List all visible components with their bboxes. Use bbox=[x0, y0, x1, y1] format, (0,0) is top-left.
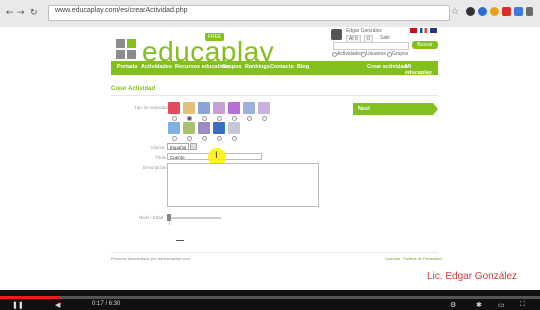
activity-type-icon[interactable] bbox=[243, 102, 255, 114]
nav-item-crear-actividad[interactable]: Crear actividad bbox=[367, 64, 407, 70]
activity-type-icon[interactable] bbox=[168, 122, 180, 134]
url-text: www.educaplay.com/es/crearActividad.php bbox=[55, 7, 188, 14]
video-controls: ❚❚ ◀ 0:17 / 6:30 ⚙ ✱ ▭ ⛶ bbox=[0, 290, 540, 310]
nav-item-rankings[interactable]: Rankings bbox=[245, 64, 270, 70]
theater-icon[interactable]: ▭ bbox=[498, 301, 505, 309]
activity-type-radio[interactable] bbox=[217, 116, 222, 121]
logo-icon bbox=[127, 39, 136, 48]
reload-icon[interactable]: ↻ bbox=[30, 8, 38, 18]
time-display: 0:17 / 6:30 bbox=[92, 301, 121, 307]
activity-type-radio[interactable] bbox=[262, 116, 267, 121]
user-name[interactable]: Edgar González bbox=[346, 28, 382, 34]
nav-item-blog[interactable]: Blog bbox=[297, 64, 309, 70]
activity-type-icon[interactable] bbox=[213, 102, 225, 114]
activity-type-icon[interactable] bbox=[228, 122, 240, 134]
activity-type-radio[interactable] bbox=[232, 116, 237, 121]
back-icon[interactable]: ← bbox=[6, 8, 14, 18]
fullscreen-icon[interactable]: ⛶ bbox=[520, 301, 525, 309]
activity-type-radio[interactable] bbox=[172, 116, 177, 121]
webpage: educaplay FREE adrformacionales Edgar Go… bbox=[0, 27, 540, 290]
divider bbox=[111, 95, 438, 96]
nav-item-grupos[interactable]: Grupos bbox=[222, 64, 242, 70]
section-title: Crear Actividad bbox=[111, 86, 156, 92]
extension-icon[interactable] bbox=[514, 7, 523, 16]
title-value: Cuento bbox=[170, 155, 185, 160]
description-textarea[interactable] bbox=[167, 163, 319, 207]
progress-fill bbox=[0, 296, 60, 299]
activity-type-radio[interactable] bbox=[217, 136, 222, 141]
nav-item-actividades[interactable]: Actividades bbox=[141, 64, 172, 70]
language-value: Español bbox=[170, 145, 187, 150]
activity-type-icon[interactable] bbox=[258, 102, 270, 114]
free-badge: FREE bbox=[205, 33, 225, 41]
next-button-label: Next bbox=[358, 106, 370, 112]
progress-track[interactable] bbox=[0, 296, 540, 299]
gear-icon[interactable]: ✱ bbox=[476, 301, 482, 309]
description-label: Descripción bbox=[143, 165, 167, 170]
search-button[interactable]: Buscar bbox=[412, 41, 438, 49]
nav-item-portada[interactable]: Portada bbox=[117, 64, 137, 70]
activity-type-icon[interactable] bbox=[168, 102, 180, 114]
extension-icon[interactable] bbox=[478, 7, 487, 16]
search-input[interactable] bbox=[333, 42, 409, 50]
footer-right[interactable]: Licencia · Política de Privacidad bbox=[385, 256, 442, 261]
slider-label: Nivel / Edad bbox=[139, 215, 164, 220]
volume-icon[interactable]: ◀ bbox=[55, 301, 60, 309]
activity-type-icon[interactable] bbox=[183, 122, 195, 134]
footer-divider bbox=[111, 252, 438, 253]
main-nav: Portada Actividades Recursos educativos … bbox=[111, 61, 438, 76]
text-cursor-icon: I bbox=[215, 151, 218, 161]
uk-flag-icon[interactable] bbox=[430, 28, 437, 33]
level-slider[interactable] bbox=[169, 217, 221, 219]
activity-type-icon[interactable] bbox=[213, 122, 225, 134]
france-flag-icon[interactable] bbox=[420, 28, 427, 33]
activity-type-icon[interactable] bbox=[183, 102, 195, 114]
forward-icon[interactable]: → bbox=[17, 8, 25, 18]
next-arrow-icon[interactable] bbox=[433, 103, 438, 115]
extension-icon[interactable] bbox=[502, 7, 511, 16]
search-option-label: Usuarios bbox=[366, 51, 386, 57]
footer-left[interactable]: Proyecto desarrollado por adrformacion.c… bbox=[111, 256, 190, 261]
activity-type-radio[interactable] bbox=[187, 116, 192, 121]
dropdown-icon[interactable] bbox=[190, 143, 197, 150]
title-label: Título bbox=[155, 155, 167, 160]
language-label: Idioma bbox=[151, 145, 165, 150]
logo-icon bbox=[116, 50, 125, 59]
nav-item-contacto[interactable]: Contacto bbox=[270, 64, 294, 70]
activity-type-icon[interactable] bbox=[198, 102, 210, 114]
avatar[interactable] bbox=[331, 29, 342, 40]
address-bar[interactable]: www.educaplay.com/es/crearActividad.php bbox=[48, 5, 450, 21]
activity-type-radio[interactable] bbox=[187, 136, 192, 141]
logout-link[interactable]: Salir bbox=[380, 35, 390, 41]
slider-ticks bbox=[169, 221, 222, 225]
search-option-label: Grupos bbox=[392, 51, 409, 57]
logo-icon bbox=[127, 50, 136, 59]
play-icon[interactable]: ❚❚ bbox=[12, 301, 24, 309]
spain-flag-icon[interactable] bbox=[410, 28, 417, 33]
settings-icon[interactable]: ⚙ bbox=[450, 301, 456, 309]
activity-type-radio[interactable] bbox=[202, 136, 207, 141]
activity-type-radio[interactable] bbox=[202, 116, 207, 121]
star-icon[interactable]: ☆ bbox=[451, 6, 459, 17]
language-select[interactable]: Español bbox=[167, 143, 189, 150]
activity-type-radio[interactable] bbox=[172, 136, 177, 141]
next-button[interactable]: Next bbox=[353, 103, 433, 115]
search-option-label: Actividades bbox=[337, 51, 363, 57]
extension-icon[interactable] bbox=[466, 7, 475, 16]
extension-icon[interactable] bbox=[490, 7, 499, 16]
nav-item-mi-educaplay[interactable]: Mi educaplay bbox=[405, 64, 438, 76]
separator bbox=[176, 240, 184, 241]
activity-type-radio[interactable] bbox=[232, 136, 237, 141]
activity-type-icon[interactable] bbox=[228, 102, 240, 114]
browser-chrome: ← → ↻ www.educaplay.com/es/crearActivida… bbox=[0, 0, 540, 28]
type-label: Tipo de actividad bbox=[134, 105, 168, 110]
watermark: Lic. Edgar González bbox=[427, 271, 518, 282]
logo-icon bbox=[116, 39, 125, 48]
slider-handle[interactable] bbox=[167, 214, 171, 221]
menu-icon[interactable] bbox=[526, 7, 533, 16]
activity-type-radio[interactable] bbox=[247, 116, 252, 121]
activity-type-icon[interactable] bbox=[198, 122, 210, 134]
